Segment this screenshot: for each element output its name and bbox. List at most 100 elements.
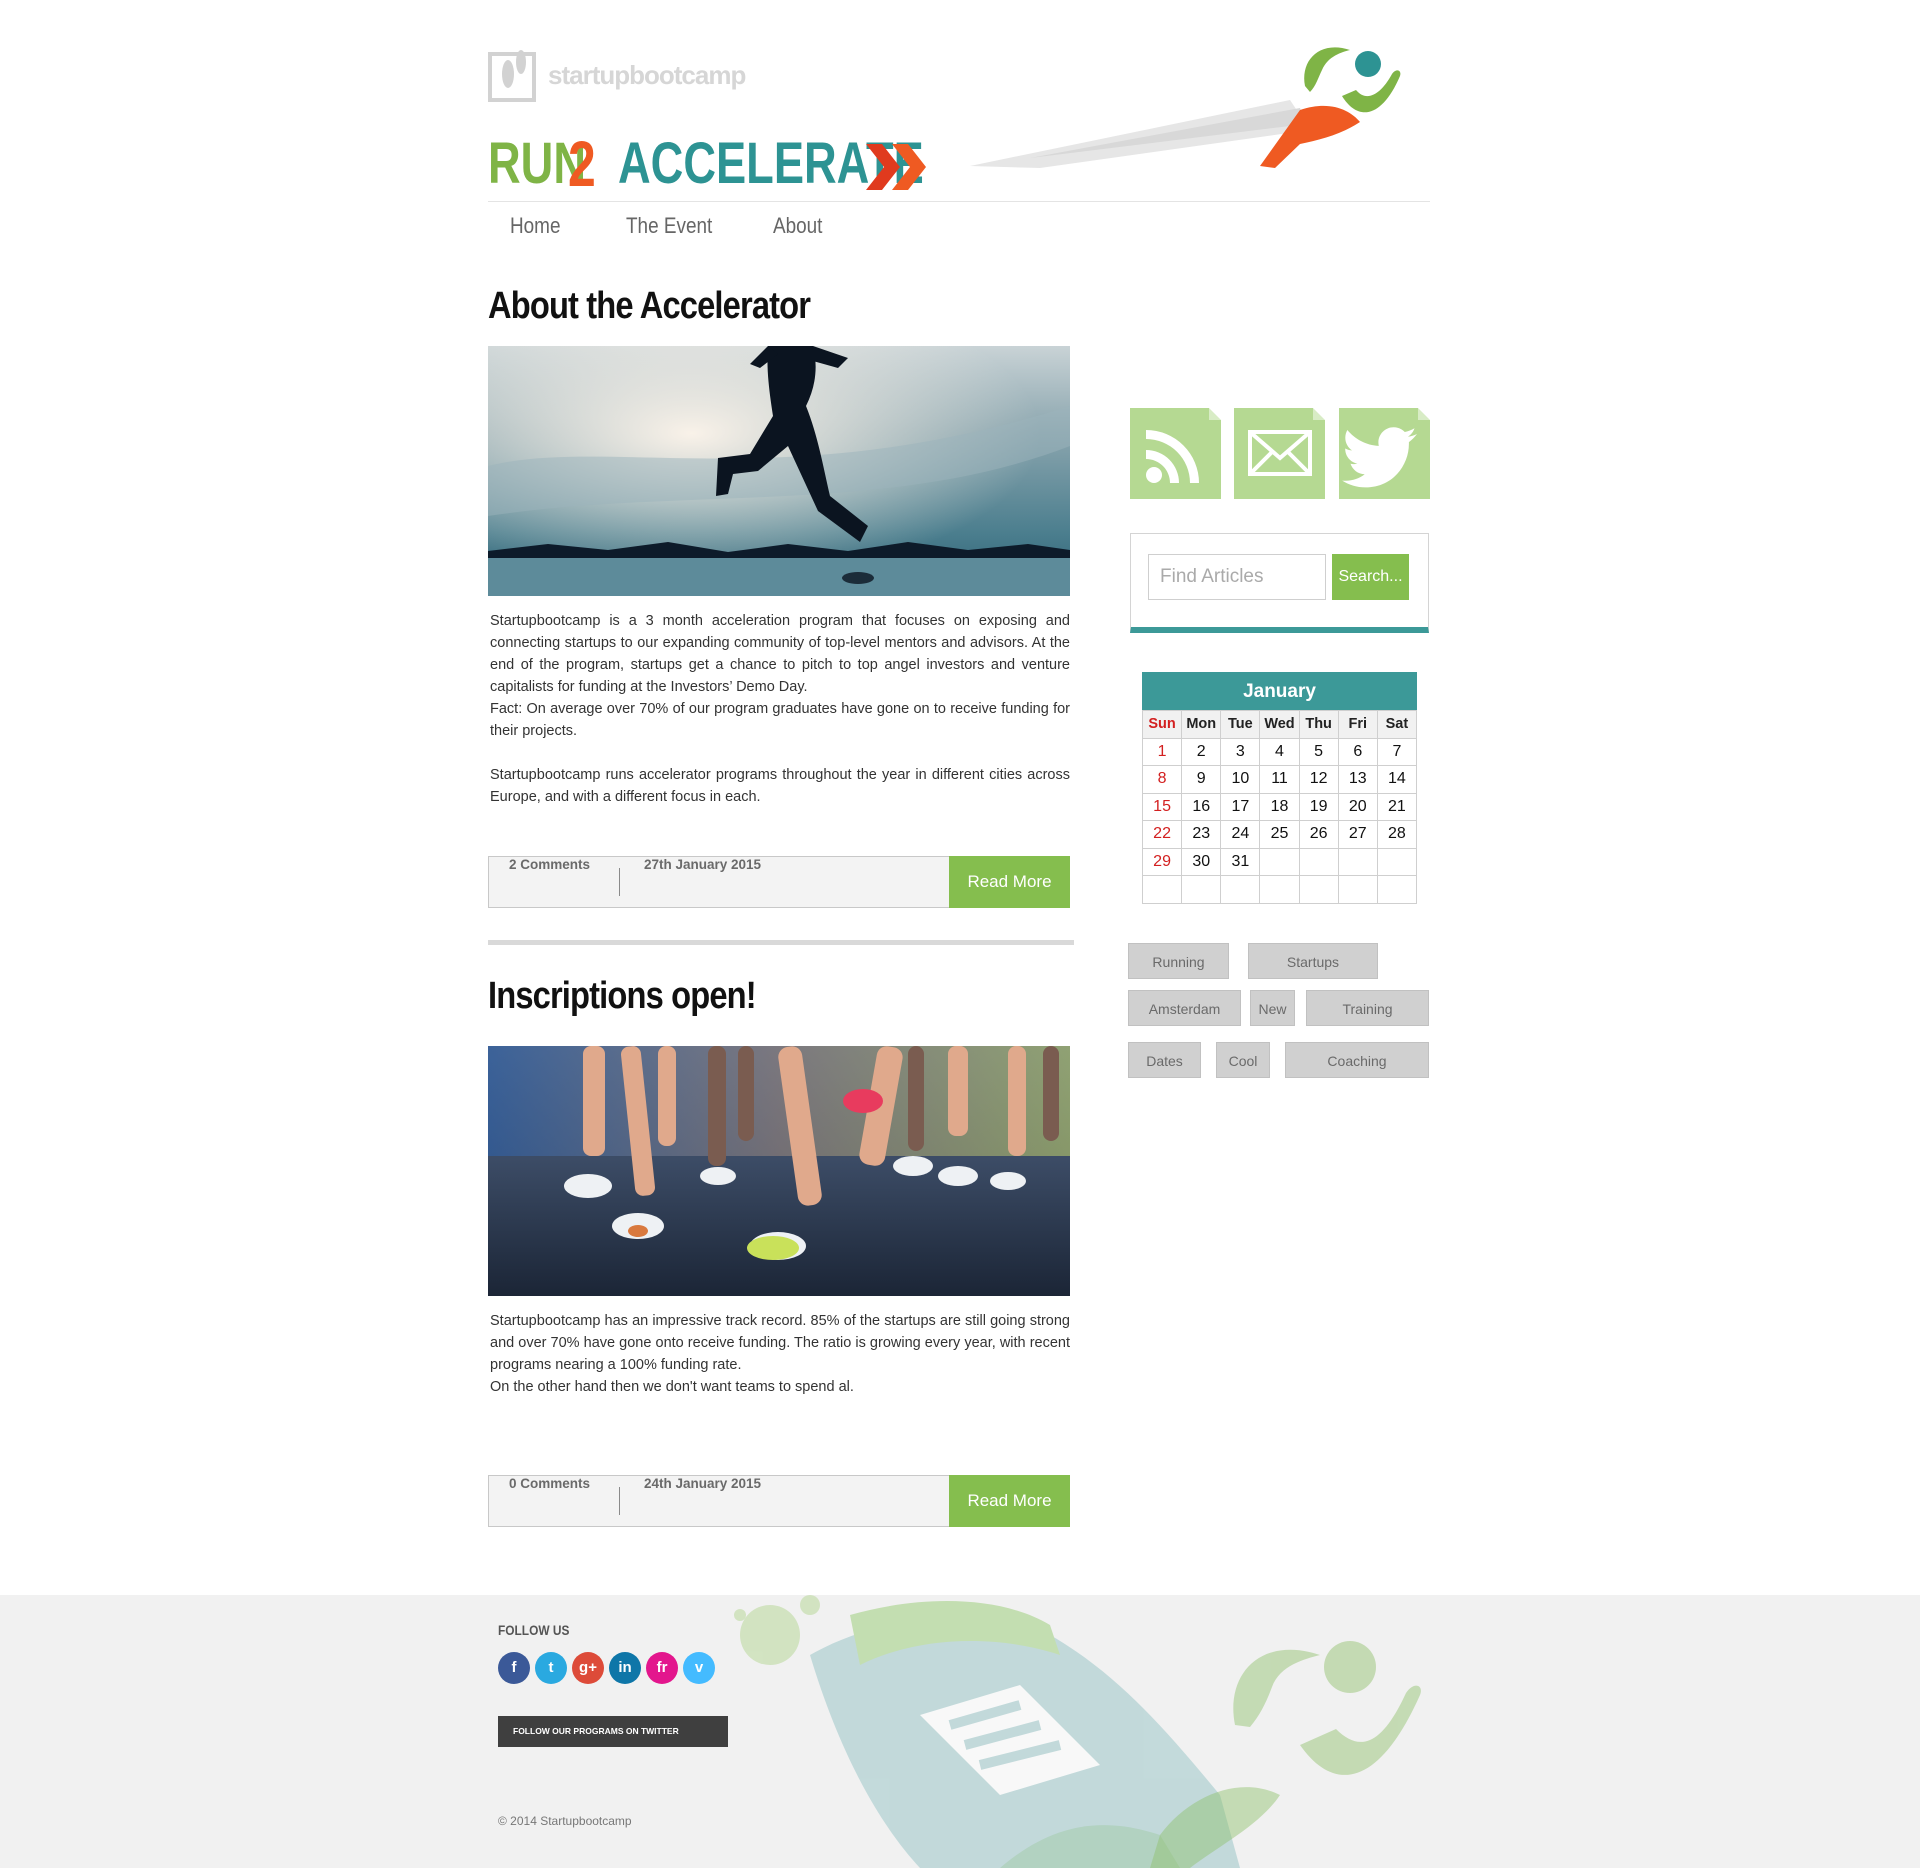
bootprint-icon [488, 50, 536, 102]
copyright-text: © 2014 Startupbootcamp [498, 1814, 632, 1828]
calendar-day[interactable]: 19 [1298, 792, 1339, 821]
calendar-day [1298, 875, 1339, 904]
twitter-tile[interactable] [1339, 408, 1430, 499]
calendar-day[interactable]: 12 [1298, 765, 1339, 794]
weekday-header: Sat [1376, 710, 1418, 739]
calendar-day[interactable]: 9 [1181, 765, 1222, 794]
linkedin-icon[interactable]: in [609, 1652, 641, 1684]
read-more-button[interactable]: Read More [949, 856, 1070, 908]
mail-icon [1248, 430, 1312, 476]
calendar-day[interactable]: 21 [1376, 792, 1418, 821]
calendar-day[interactable]: 4 [1259, 737, 1300, 766]
calendar-day[interactable]: 10 [1220, 765, 1261, 794]
vimeo-icon[interactable]: v [683, 1652, 715, 1684]
tile-fold [1418, 408, 1430, 420]
calendar-day[interactable]: 11 [1259, 765, 1300, 794]
calendar-day[interactable]: 7 [1376, 737, 1418, 766]
calendar-day [1259, 847, 1300, 876]
startupbootcamp-wordmark: startupbootcamp [548, 60, 746, 90]
post-separator [488, 940, 1074, 945]
follow-on-twitter-button[interactable]: FOLLOW OUR PROGRAMS ON TWITTER [498, 1716, 728, 1747]
calendar-day [1376, 847, 1418, 876]
tag-startups[interactable]: Startups [1248, 943, 1378, 979]
tile-fold [1209, 408, 1221, 420]
calendar-day[interactable]: 16 [1181, 792, 1222, 821]
nav-about[interactable]: About [773, 208, 822, 244]
calendar-day[interactable]: 13 [1337, 765, 1378, 794]
rss-tile[interactable] [1130, 408, 1221, 499]
comments-count[interactable]: 2 Comments [509, 857, 590, 872]
nav-home[interactable]: Home [510, 208, 560, 244]
calendar-day[interactable]: 20 [1337, 792, 1378, 821]
calendar-day[interactable]: 22 [1141, 820, 1183, 849]
site-header: startupbootcamp RUN 2 ACCELERATE [488, 40, 1430, 202]
brand-two: 2 [568, 128, 596, 200]
post-paragraph: Startupbootcamp has an impressive track … [490, 1313, 1070, 1373]
calendar-day[interactable]: 29 [1141, 847, 1183, 876]
rss-icon [1146, 430, 1199, 483]
tag-new[interactable]: New [1250, 990, 1295, 1026]
calendar-day[interactable]: 27 [1337, 820, 1378, 849]
calendar-day[interactable]: 1 [1141, 737, 1183, 766]
calendar-day[interactable]: 5 [1298, 737, 1339, 766]
calendar-day[interactable]: 3 [1220, 737, 1261, 766]
friendfeed-icon[interactable]: fr [646, 1652, 678, 1684]
calendar-month: January [1142, 672, 1417, 710]
calendar-day[interactable]: 26 [1298, 820, 1339, 849]
twitter-icon[interactable]: t [535, 1652, 567, 1684]
startupbootcamp-logo[interactable]: startupbootcamp [488, 40, 748, 104]
calendar-day [1220, 875, 1261, 904]
post-meta-bar: 2 Comments 27th January 2015 Read More [488, 856, 1070, 908]
calendar-day[interactable]: 25 [1259, 820, 1300, 849]
google-plus-icon[interactable]: g+ [572, 1652, 604, 1684]
nav-the-event[interactable]: The Event [626, 208, 712, 244]
follow-us-heading: FOLLOW US [498, 1622, 570, 1638]
post-paragraph: Startupbootcamp is a 3 month acceleratio… [490, 613, 1070, 695]
calendar-day[interactable]: 31 [1220, 847, 1261, 876]
main-nav: Home The Event About [488, 208, 1430, 244]
weekday-header: Fri [1337, 710, 1378, 739]
read-more-button[interactable]: Read More [949, 1475, 1070, 1527]
comments-count[interactable]: 0 Comments [509, 1476, 590, 1491]
calendar-day [1337, 847, 1378, 876]
calendar-grid: Sun Mon Tue Wed Thu Fri Sat 1 2 3 4 5 6 … [1141, 710, 1418, 904]
meta-divider [619, 1487, 620, 1515]
post-date: 24th January 2015 [644, 1476, 762, 1491]
weekday-header: Sun [1141, 710, 1183, 739]
calendar-day[interactable]: 28 [1376, 820, 1418, 849]
tag-dates[interactable]: Dates [1128, 1042, 1201, 1078]
mail-tile[interactable] [1234, 408, 1325, 499]
calendar-day[interactable]: 8 [1141, 765, 1183, 794]
header-divider [488, 201, 1430, 202]
calendar-day [1259, 875, 1300, 904]
facebook-icon[interactable]: f [498, 1652, 530, 1684]
post-image-marathon-runners[interactable] [488, 1046, 1070, 1296]
runner-logo-icon [970, 47, 1401, 168]
site-footer: FOLLOW US f t g+ in fr v FOLLOW OUR PROG… [0, 1595, 1920, 1868]
calendar-day[interactable]: 24 [1220, 820, 1261, 849]
calendar-day[interactable]: 18 [1259, 792, 1300, 821]
tag-running[interactable]: Running [1128, 943, 1229, 979]
post-body: Startupbootcamp has an impressive track … [490, 1310, 1070, 1398]
post-image-runner-silhouette[interactable] [488, 346, 1070, 596]
post-paragraph: Fact: On average over 70% of our program… [490, 701, 1070, 739]
tag-cool[interactable]: Cool [1216, 1042, 1270, 1078]
post-title[interactable]: About the Accelerator [488, 282, 990, 330]
calendar-day[interactable]: 6 [1337, 737, 1378, 766]
tag-amsterdam[interactable]: Amsterdam [1128, 990, 1241, 1026]
runner-silhouette-image [488, 346, 1070, 596]
tag-training[interactable]: Training [1306, 990, 1429, 1026]
search-input[interactable] [1148, 554, 1326, 600]
calendar-day[interactable]: 15 [1141, 792, 1183, 821]
calendar-day[interactable]: 14 [1376, 765, 1418, 794]
calendar-day[interactable]: 17 [1220, 792, 1261, 821]
calendar-day[interactable]: 23 [1181, 820, 1222, 849]
post-body: Startupbootcamp is a 3 month acceleratio… [490, 610, 1070, 808]
calendar-day[interactable]: 2 [1181, 737, 1222, 766]
search-widget: Search... [1130, 533, 1429, 633]
post-title[interactable]: Inscriptions open! [488, 972, 990, 1020]
tag-coaching[interactable]: Coaching [1285, 1042, 1429, 1078]
search-button[interactable]: Search... [1332, 554, 1409, 600]
weekday-header: Tue [1220, 710, 1261, 739]
calendar-day[interactable]: 30 [1181, 847, 1222, 876]
